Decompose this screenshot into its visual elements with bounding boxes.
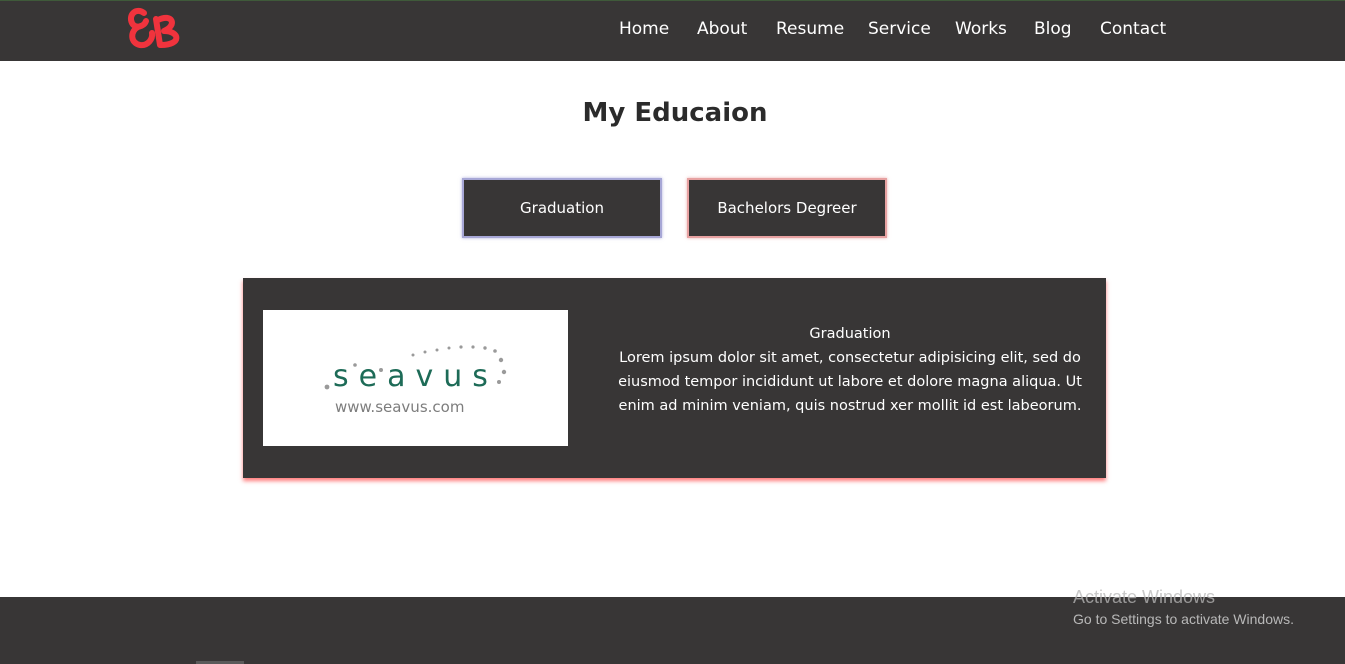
nav-about[interactable]: About bbox=[697, 19, 747, 39]
watermark-title: Activate Windows bbox=[1073, 587, 1216, 607]
activate-windows-watermark: Activate Windows Go to Settings to activ… bbox=[1073, 587, 1294, 627]
watermark-subtitle: Go to Settings to activate Windows. bbox=[1073, 611, 1294, 627]
main-nav: Home About Resume Service Works Blog Con… bbox=[0, 19, 1345, 43]
card-heading: Graduation bbox=[809, 326, 891, 342]
nav-home[interactable]: Home bbox=[619, 19, 669, 39]
graduation-tab-button[interactable]: Graduation bbox=[462, 178, 662, 238]
nav-contact[interactable]: Contact bbox=[1100, 19, 1166, 39]
seavus-url-text: www.seavus.com bbox=[335, 398, 464, 416]
nav-resume[interactable]: Resume bbox=[776, 19, 844, 39]
seavus-brand-text: seavus bbox=[333, 359, 498, 394]
card-text-block: Graduation Lorem ipsum dolor sit amet, c… bbox=[615, 322, 1085, 418]
education-card: seavus www.seavus.com Graduation Lorem i… bbox=[243, 278, 1106, 478]
seavus-logo-image: seavus www.seavus.com bbox=[263, 310, 568, 446]
nav-blog[interactable]: Blog bbox=[1034, 19, 1072, 39]
top-navbar: Home About Resume Service Works Blog Con… bbox=[0, 0, 1345, 61]
card-description: Lorem ipsum dolor sit amet, consectetur … bbox=[618, 350, 1082, 414]
nav-service[interactable]: Service bbox=[868, 19, 931, 39]
page-title: My Educaion bbox=[582, 98, 768, 128]
nav-works[interactable]: Works bbox=[955, 19, 1007, 39]
bachelors-tab-button[interactable]: Bachelors Degreer bbox=[687, 178, 887, 238]
